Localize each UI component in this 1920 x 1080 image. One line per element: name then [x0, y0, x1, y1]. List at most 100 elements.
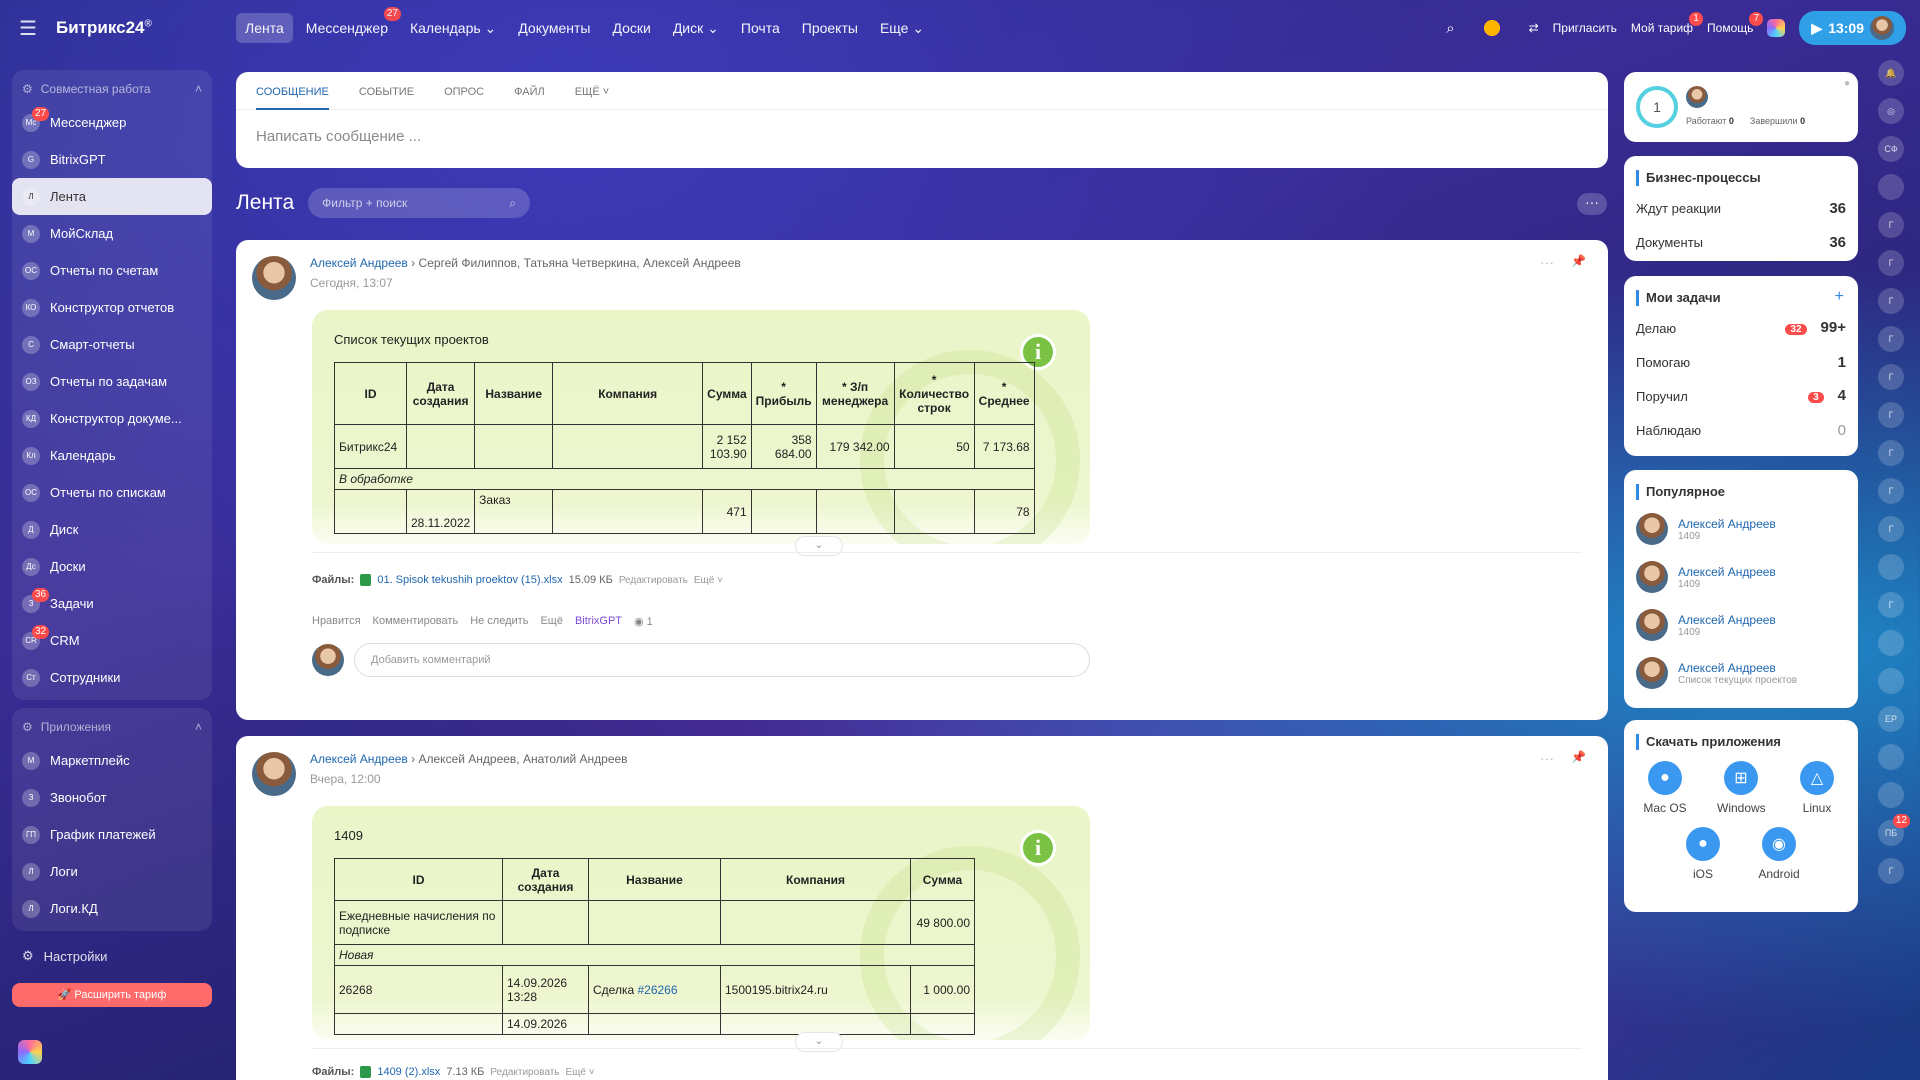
- pin-icon[interactable]: 📌: [1571, 750, 1586, 764]
- rail-avatar[interactable]: Г: [1878, 212, 1904, 238]
- unfollow-button[interactable]: Не следить: [470, 615, 528, 628]
- topnav-mail[interactable]: Почта: [732, 13, 789, 43]
- rail-avatar[interactable]: Г: [1878, 592, 1904, 618]
- file-link[interactable]: 1409 (2).xlsx: [377, 1066, 440, 1078]
- sidebar-item[interactable]: ОС Отчеты по счетам: [12, 252, 212, 289]
- add-task-icon[interactable]: +: [1835, 288, 1844, 306]
- sidebar-item[interactable]: Л Логи.КД: [12, 890, 212, 927]
- rail-avatar[interactable]: Г: [1878, 326, 1904, 352]
- post-menu-icon[interactable]: ···: [1540, 254, 1554, 270]
- topnav-calendar[interactable]: Календарь ⌄: [401, 13, 505, 44]
- recipients[interactable]: Сергей Филиппов, Татьяна Четверкина, Але…: [419, 256, 741, 270]
- like-button[interactable]: Нравится: [312, 615, 361, 628]
- sidebar-item[interactable]: Дс Доски: [12, 548, 212, 585]
- edit-file-link[interactable]: Редактировать: [490, 1067, 559, 1078]
- more-button[interactable]: Ещё: [540, 615, 563, 628]
- bp-row[interactable]: Ждут реакции 36: [1624, 191, 1858, 225]
- bp-row[interactable]: Документы 36: [1624, 225, 1858, 259]
- task-row[interactable]: Помогаю 1: [1624, 345, 1858, 379]
- popular-item[interactable]: Алексей Андреев Список текущих проектов: [1624, 649, 1858, 697]
- task-row[interactable]: Наблюдаю 0: [1624, 413, 1858, 447]
- sidebar-item[interactable]: ОЗ Отчеты по задачам: [12, 363, 212, 400]
- app-macos[interactable]: ● Mac OS: [1641, 761, 1689, 815]
- rail-avatar[interactable]: [1878, 554, 1904, 580]
- rail-avatar[interactable]: [1878, 174, 1904, 200]
- author-avatar[interactable]: [252, 256, 296, 300]
- rail-avatar[interactable]: [1878, 668, 1904, 694]
- sidebar-item[interactable]: Л Логи: [12, 853, 212, 890]
- bell-icon[interactable]: 🔔: [1878, 60, 1904, 86]
- recipients[interactable]: Алексей Андреев, Анатолий Андреев: [419, 752, 628, 766]
- comment-button[interactable]: Комментировать: [373, 615, 459, 628]
- sidebar-item[interactable]: Кл Календарь: [12, 437, 212, 474]
- expand-content-button[interactable]: ⌄: [795, 1032, 843, 1052]
- rail-avatar[interactable]: Г: [1878, 516, 1904, 542]
- sidebar-item[interactable]: Д Диск: [12, 511, 212, 548]
- popular-item[interactable]: Алексей Андреев 1409: [1624, 505, 1858, 553]
- search-icon[interactable]: ⌕: [1446, 20, 1454, 37]
- topnav-boards[interactable]: Доски: [603, 13, 659, 43]
- message-input[interactable]: Написать сообщение ...: [236, 110, 1608, 163]
- sidebar-item[interactable]: Л Лента: [12, 178, 212, 215]
- rail-avatar[interactable]: Г: [1878, 250, 1904, 276]
- filter-search-input[interactable]: Фильтр + поиск ⌕: [308, 188, 531, 218]
- sidebar-item[interactable]: CR CRM 32: [12, 622, 212, 659]
- partner-logo[interactable]: [1468, 15, 1515, 41]
- ai-star-icon[interactable]: [1767, 19, 1786, 37]
- sidebar-item[interactable]: С Смарт-отчеты: [12, 326, 212, 363]
- sidebar-group-header[interactable]: ⚙ Совместная работа ˄: [12, 74, 212, 104]
- rail-avatar[interactable]: Г: [1878, 364, 1904, 390]
- tab-file[interactable]: ФАЙЛ: [514, 86, 545, 109]
- chat-icon[interactable]: ◎: [1878, 98, 1904, 124]
- task-row[interactable]: Делаю 32 99+: [1624, 311, 1858, 345]
- sidebar-item[interactable]: Мс Мессенджер 27: [12, 104, 212, 141]
- rail-avatar[interactable]: [1878, 744, 1904, 770]
- file-more-link[interactable]: Ещё ˅: [694, 575, 723, 586]
- author-link[interactable]: Алексей Андреев: [310, 256, 408, 270]
- sidebar-settings[interactable]: ⚙ Настройки: [12, 939, 212, 973]
- rail-avatar[interactable]: ПБ 12: [1878, 814, 1910, 846]
- help-button[interactable]: Помощь 7: [1707, 12, 1764, 35]
- post-time[interactable]: Вчера, 12:00: [310, 772, 628, 786]
- app-ios[interactable]: ● iOS: [1679, 827, 1727, 881]
- topnav-more[interactable]: Еще ⌄: [871, 13, 933, 44]
- workday-clock[interactable]: ▶ 13:09: [1799, 11, 1906, 45]
- swap-icon[interactable]: ⇄: [1529, 21, 1539, 35]
- topnav-projects[interactable]: Проекты: [793, 13, 867, 43]
- pin-icon[interactable]: 📌: [1571, 254, 1586, 268]
- upgrade-button[interactable]: 🚀 Расширить тариф: [12, 983, 212, 1007]
- sidebar-item[interactable]: ОС Отчеты по спискам: [12, 474, 212, 511]
- sidebar-item[interactable]: ГП График платежей: [12, 816, 212, 853]
- sidebar-item[interactable]: З Задачи 36: [12, 585, 212, 622]
- user-avatar[interactable]: [1870, 16, 1894, 40]
- app-logo[interactable]: Битрикс24®: [56, 18, 236, 38]
- menu-icon[interactable]: ☰: [0, 16, 56, 41]
- tab-event[interactable]: СОБЫТИЕ: [359, 86, 414, 109]
- rail-avatar[interactable]: СФ: [1878, 136, 1904, 162]
- sidebar-item[interactable]: Ст Сотрудники: [12, 659, 212, 696]
- sidebar-item[interactable]: З Звонобот: [12, 779, 212, 816]
- sidebar-item[interactable]: КО Конструктор отчетов: [12, 289, 212, 326]
- expand-content-button[interactable]: ⌄: [795, 536, 843, 556]
- sidebar-item[interactable]: М Маркетплейс: [12, 742, 212, 779]
- tab-more[interactable]: ЕЩЁ ˅: [575, 86, 609, 109]
- deal-link[interactable]: #26266: [637, 983, 677, 997]
- bitrixgpt-button[interactable]: BitrixGPT: [575, 615, 622, 628]
- close-icon[interactable]: ●: [1844, 78, 1850, 89]
- author-link[interactable]: Алексей Андреев: [310, 752, 408, 766]
- topnav-disk[interactable]: Диск ⌄: [664, 13, 728, 44]
- popular-item[interactable]: Алексей Андреев 1409: [1624, 601, 1858, 649]
- tab-message[interactable]: СООБЩЕНИЕ: [256, 86, 329, 110]
- author-avatar[interactable]: [252, 752, 296, 796]
- rail-avatar[interactable]: [1878, 782, 1904, 808]
- search-icon[interactable]: ⌕: [509, 196, 516, 211]
- tariff-button[interactable]: Мой тариф 1: [1631, 12, 1704, 35]
- task-row[interactable]: Поручил 3 4: [1624, 379, 1858, 413]
- post-menu-icon[interactable]: ···: [1540, 750, 1554, 766]
- sidebar-group-header[interactable]: ⚙ Приложения ˄: [12, 712, 212, 742]
- topnav-feed[interactable]: Лента: [236, 13, 293, 43]
- sidebar-item[interactable]: КД Конструктор докуме...: [12, 400, 212, 437]
- rail-avatar[interactable]: Г: [1878, 402, 1904, 428]
- app-linux[interactable]: △ Linux: [1793, 761, 1841, 815]
- rail-avatar[interactable]: Г: [1878, 440, 1904, 466]
